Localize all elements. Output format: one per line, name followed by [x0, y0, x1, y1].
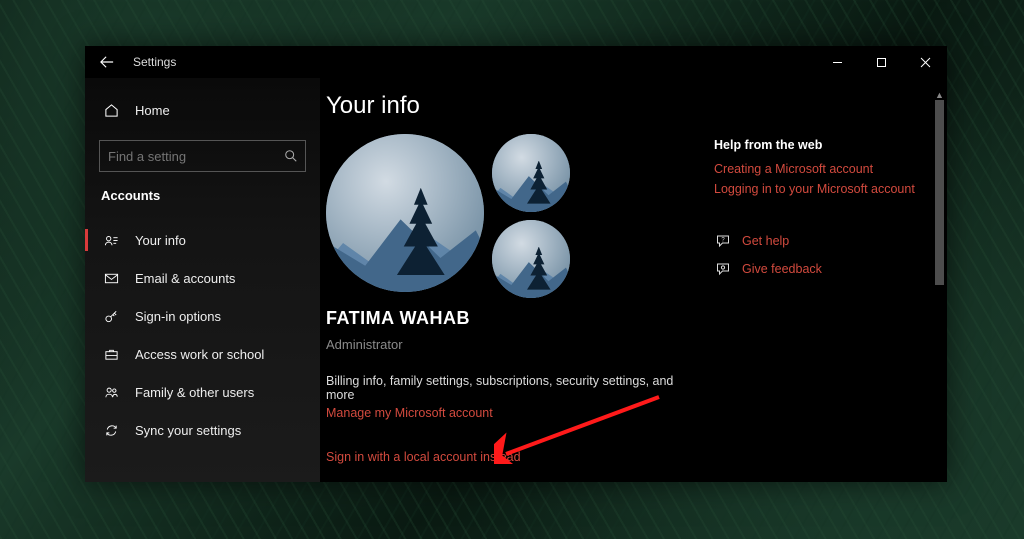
person-card-icon: [101, 233, 121, 248]
key-icon: [101, 309, 121, 324]
sidebar-item-label: Sign-in options: [135, 309, 221, 324]
sidebar-section-header: Accounts: [85, 184, 320, 215]
manage-account-link[interactable]: Manage my Microsoft account: [326, 406, 493, 420]
people-icon: [101, 385, 121, 400]
titlebar: Settings: [85, 46, 947, 78]
give-feedback-link[interactable]: Give feedback: [742, 262, 822, 276]
chat-help-icon: ?: [714, 232, 732, 250]
sidebar-item-signin-options[interactable]: Sign-in options: [85, 297, 320, 335]
sidebar-item-your-info[interactable]: Your info: [85, 221, 320, 259]
content-column: Your info FATIMA WAHAB Ad: [326, 92, 710, 482]
sidebar-item-label: Sync your settings: [135, 423, 241, 438]
avatar-secondary[interactable]: [492, 220, 570, 298]
page-title: Your info: [326, 92, 700, 120]
sidebar-item-family-users[interactable]: Family & other users: [85, 373, 320, 411]
window-buttons: [815, 46, 947, 78]
sidebar-list: Your info Email & accounts Sign-in optio…: [85, 221, 320, 449]
avatar-secondary[interactable]: [492, 134, 570, 212]
sidebar-item-label: Email & accounts: [135, 271, 235, 286]
sync-icon: [101, 423, 121, 438]
main-content: Your info FATIMA WAHAB Ad: [320, 78, 947, 482]
sidebar-home[interactable]: Home: [85, 92, 320, 128]
sidebar-item-label: Your info: [135, 233, 186, 248]
search-icon: [284, 149, 298, 163]
back-button[interactable]: [95, 50, 119, 74]
sidebar-item-sync-settings[interactable]: Sync your settings: [85, 411, 320, 449]
user-role: Administrator: [326, 337, 700, 352]
help-header: Help from the web: [714, 138, 916, 152]
billing-description: Billing info, family settings, subscript…: [326, 374, 700, 402]
settings-window: Settings Home: [85, 46, 947, 482]
user-display-name: FATIMA WAHAB: [326, 308, 700, 329]
avatar-primary[interactable]: [326, 134, 484, 292]
sidebar-item-access-work-school[interactable]: Access work or school: [85, 335, 320, 373]
get-help-row[interactable]: ? Get help: [714, 232, 916, 250]
sidebar: Home Accounts Your info: [85, 78, 320, 482]
search-field[interactable]: [108, 149, 284, 164]
local-account-link[interactable]: Sign in with a local account instead: [326, 450, 521, 464]
get-help-link[interactable]: Get help: [742, 234, 789, 248]
sidebar-home-label: Home: [135, 103, 170, 118]
window-title: Settings: [133, 55, 176, 69]
maximize-button[interactable]: [859, 46, 903, 78]
avatar-group: [326, 134, 700, 298]
search-input[interactable]: [99, 140, 306, 172]
minimize-button[interactable]: [815, 46, 859, 78]
help-link-login-account[interactable]: Logging in to your Microsoft account: [714, 182, 916, 196]
close-button[interactable]: [903, 46, 947, 78]
sidebar-item-email-accounts[interactable]: Email & accounts: [85, 259, 320, 297]
help-link-create-account[interactable]: Creating a Microsoft account: [714, 162, 916, 176]
scrollbar-thumb[interactable]: [935, 100, 944, 285]
sidebar-item-label: Family & other users: [135, 385, 254, 400]
sidebar-item-label: Access work or school: [135, 347, 264, 362]
briefcase-icon: [101, 347, 121, 362]
give-feedback-row[interactable]: Give feedback: [714, 260, 916, 278]
feedback-icon: [714, 260, 732, 278]
help-column: Help from the web Creating a Microsoft a…: [710, 92, 932, 482]
scrollbar[interactable]: ▲: [932, 92, 947, 482]
mail-icon: [101, 271, 121, 286]
home-icon: [101, 103, 121, 118]
